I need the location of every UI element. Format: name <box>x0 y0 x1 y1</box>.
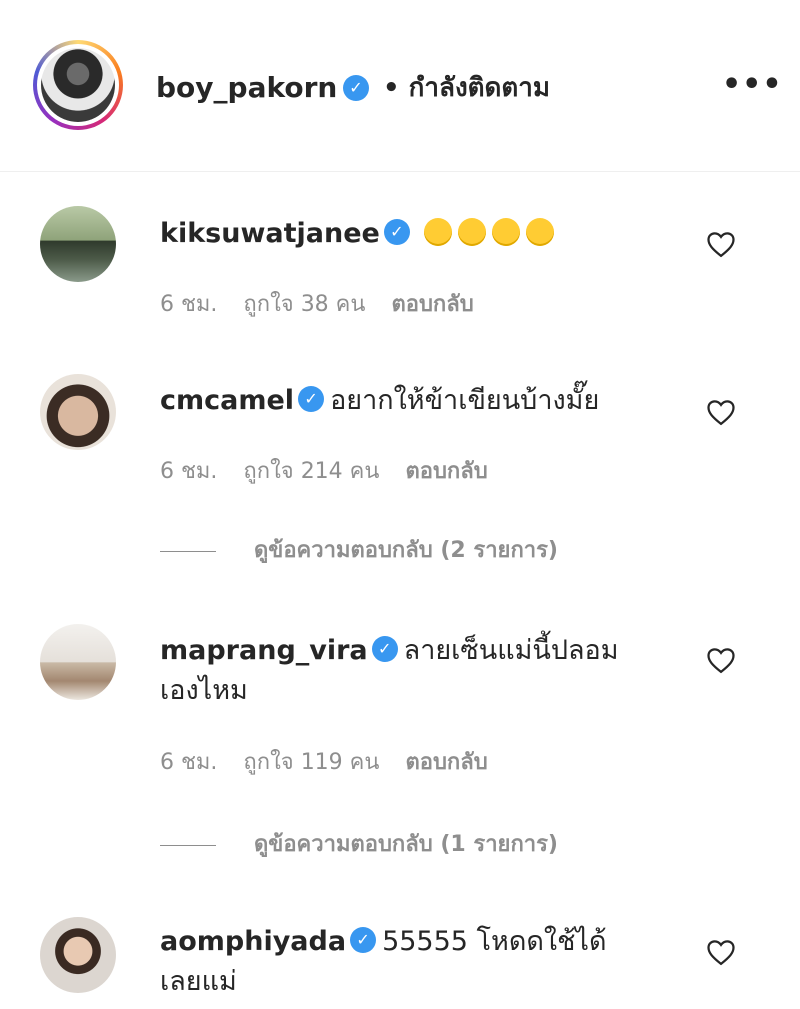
view-replies-button[interactable]: ดูข้อความตอบกลับ (2 รายการ) <box>160 536 558 566</box>
reply-button[interactable]: ตอบกลับ <box>405 459 487 484</box>
comment-time[interactable]: 6 ชม. <box>160 292 217 317</box>
follow-status[interactable]: • กำลังติดตาม <box>383 70 550 106</box>
more-options-button[interactable]: ••• <box>722 70 782 106</box>
comment-username[interactable]: kiksuwatjanee <box>160 218 380 249</box>
comment-text: 55555 โหดดใช้ได้ <box>382 926 607 957</box>
view-replies-label: ดูข้อความตอบกลับ (1 รายการ) <box>254 832 558 857</box>
comment-meta: 6 ชม. ถูกใจ 38 คน ตอบกลับ <box>160 290 500 320</box>
comment-username[interactable]: maprang_vira <box>160 635 368 666</box>
header-username[interactable]: boy_pakorn <box>156 70 337 106</box>
heart-icon[interactable] <box>706 230 736 258</box>
comment-time[interactable]: 6 ชม. <box>160 459 217 484</box>
comment-text: ลายเซ็นแม่นี้ปลอม <box>403 635 619 666</box>
emoji-laughing-icon <box>424 217 560 249</box>
comment-text: เลยแม่ <box>160 966 237 997</box>
verified-icon: ✓ <box>371 635 398 662</box>
comment-meta: 6 ชม. ถูกใจ 119 คน ตอบกลับ <box>160 748 514 778</box>
comment-likes[interactable]: ถูกใจ 119 คน <box>243 750 379 775</box>
comment-username[interactable]: aomphiyada <box>160 926 346 957</box>
heart-icon[interactable] <box>706 646 736 674</box>
heart-icon[interactable] <box>706 938 736 966</box>
avatar[interactable] <box>40 624 116 700</box>
comment-text-row: aomphiyada ✓ 55555 โหดดใช้ได้ เลยแม่ <box>160 922 690 1002</box>
comment-text-row: cmcamel ✓ อยากให้ข้าเขียนบ้างมั๊ย <box>160 381 690 421</box>
comment-meta: 6 ชม. ถูกใจ 214 คน ตอบกลับ <box>160 457 514 487</box>
divider-line <box>160 844 216 846</box>
comment-text-row: kiksuwatjanee ✓ <box>160 214 690 254</box>
verified-icon: ✓ <box>343 75 369 101</box>
reply-button[interactable]: ตอบกลับ <box>391 292 473 317</box>
avatar[interactable] <box>40 917 116 993</box>
comment-likes[interactable]: ถูกใจ 38 คน <box>243 292 365 317</box>
view-replies-button[interactable]: ดูข้อความตอบกลับ (1 รายการ) <box>160 830 558 860</box>
verified-icon: ✓ <box>383 218 410 245</box>
heart-icon[interactable] <box>706 398 736 426</box>
avatar[interactable] <box>40 206 116 282</box>
verified-icon: ✓ <box>298 385 325 412</box>
comment-username[interactable]: cmcamel <box>160 385 294 416</box>
comment-likes[interactable]: ถูกใจ 214 คน <box>243 459 379 484</box>
post-header: boy_pakorn ✓ • กำลังติดตาม ••• <box>0 0 800 172</box>
reply-button[interactable]: ตอบกลับ <box>405 750 487 775</box>
divider-line <box>160 550 216 552</box>
header-avatar[interactable] <box>33 40 123 130</box>
comment-text: เองไหม <box>160 675 248 706</box>
comment-text-row: maprang_vira ✓ ลายเซ็นแม่นี้ปลอม เองไหม <box>160 631 690 711</box>
comment-time[interactable]: 6 ชม. <box>160 750 217 775</box>
view-replies-label: ดูข้อความตอบกลับ (2 รายการ) <box>254 538 558 563</box>
verified-icon: ✓ <box>350 926 377 953</box>
avatar[interactable] <box>40 374 116 450</box>
comment-text: อยากให้ข้าเขียนบ้างมั๊ย <box>330 385 600 416</box>
